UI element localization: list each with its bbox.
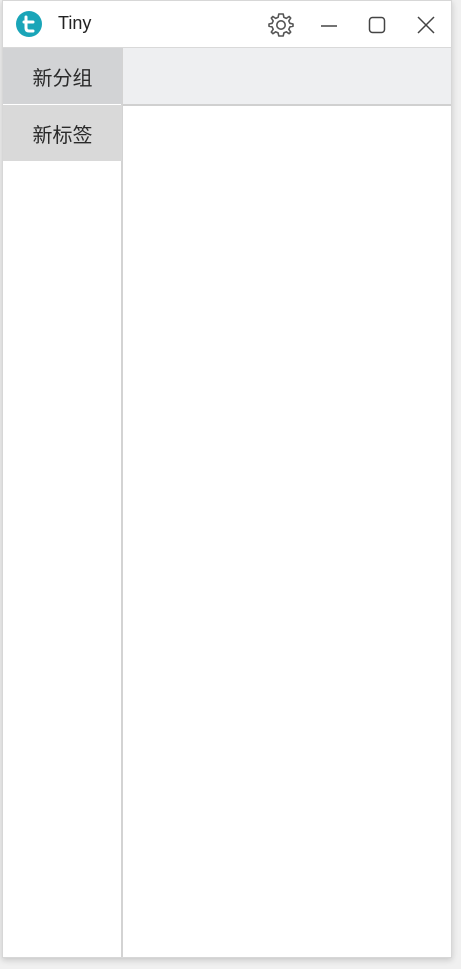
app-window: Tiny 新分组 新标签 [2, 0, 452, 958]
close-button[interactable] [408, 7, 444, 43]
maximize-button[interactable] [359, 7, 395, 43]
window-title: Tiny [58, 13, 92, 33]
sidebar: 新分组 新标签 [3, 48, 123, 957]
settings-button[interactable] [263, 7, 299, 43]
close-icon [417, 16, 435, 34]
sidebar-item-new-group[interactable]: 新分组 [3, 48, 122, 104]
sidebar-item-label: 新标签 [32, 122, 93, 147]
sidebar-item-label: 新分组 [32, 65, 93, 90]
content-area [123, 106, 451, 957]
minimize-button[interactable] [311, 7, 347, 43]
maximize-icon [368, 16, 386, 34]
title-bar[interactable]: Tiny [3, 1, 451, 48]
minimize-icon [321, 25, 337, 27]
app-logo-icon [16, 11, 42, 37]
content-header [123, 48, 451, 106]
sidebar-item-new-tab[interactable]: 新标签 [3, 105, 122, 161]
gear-icon [268, 13, 294, 37]
